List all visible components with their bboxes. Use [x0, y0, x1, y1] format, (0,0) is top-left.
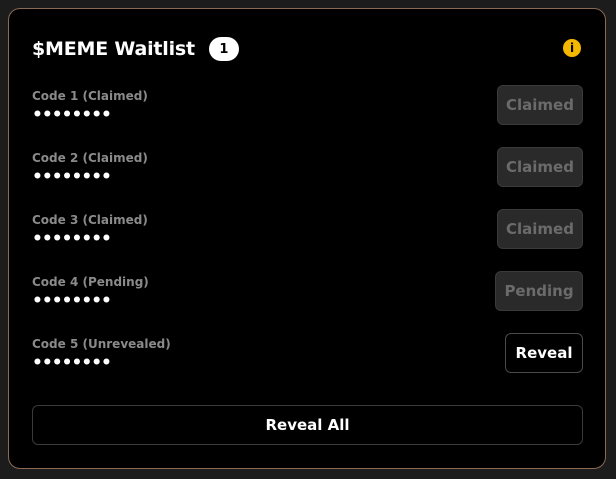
- code-row-5: Code 5 (Unrevealed) •••••••• Reveal: [32, 333, 583, 381]
- code-label: Code 3 (Claimed): [32, 213, 148, 227]
- code-value: ••••••••: [32, 291, 112, 311]
- claimed-button[interactable]: Claimed: [497, 209, 583, 249]
- code-value: ••••••••: [32, 167, 112, 187]
- code-label: Code 4 (Pending): [32, 275, 149, 289]
- page-title: $MEME Waitlist: [32, 38, 195, 60]
- card-header: $MEME Waitlist 1: [32, 37, 239, 61]
- code-row-3: Code 3 (Claimed) •••••••• Claimed: [32, 209, 583, 257]
- claimed-button[interactable]: Claimed: [497, 85, 583, 125]
- code-row-1: Code 1 (Claimed) •••••••• Claimed: [32, 85, 583, 133]
- code-label: Code 1 (Claimed): [32, 89, 148, 103]
- pending-button[interactable]: Pending: [495, 271, 583, 311]
- waitlist-card: $MEME Waitlist 1 i Code 1 (Claimed) ••••…: [8, 8, 606, 469]
- code-label: Code 5 (Unrevealed): [32, 337, 171, 351]
- reveal-button[interactable]: Reveal: [505, 333, 583, 373]
- count-badge: 1: [208, 37, 239, 61]
- code-row-4: Code 4 (Pending) •••••••• Pending: [32, 271, 583, 319]
- code-row-2: Code 2 (Claimed) •••••••• Claimed: [32, 147, 583, 195]
- code-value: ••••••••: [32, 105, 112, 125]
- code-label: Code 2 (Claimed): [32, 151, 148, 165]
- reveal-all-button[interactable]: Reveal All: [32, 405, 583, 445]
- claimed-button[interactable]: Claimed: [497, 147, 583, 187]
- code-value: ••••••••: [32, 229, 112, 249]
- code-value: ••••••••: [32, 353, 112, 373]
- info-icon[interactable]: i: [563, 39, 581, 57]
